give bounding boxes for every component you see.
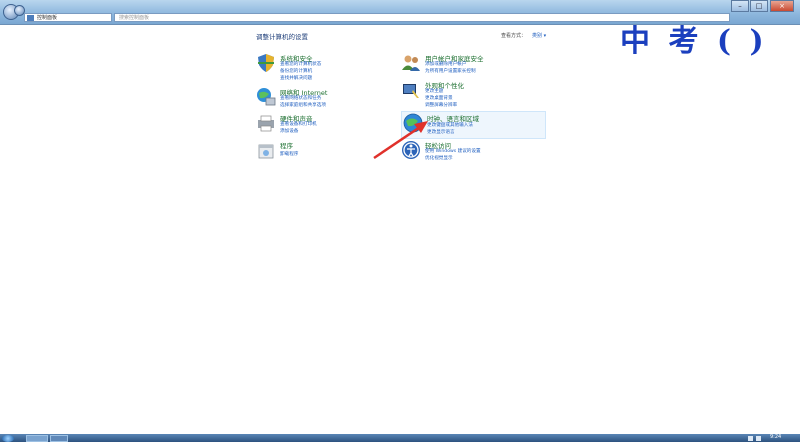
tray-icon[interactable] [748, 436, 753, 441]
page-title: 调整计算机的设置 [256, 33, 308, 41]
printer-icon [258, 115, 274, 132]
address-text: 控制面板 [37, 15, 58, 21]
network-globe-icon [257, 88, 276, 106]
programs-icon [258, 144, 274, 159]
link-windows-suggested-settings[interactable]: 使用 Windows 建议的设置 [425, 148, 481, 154]
close-button[interactable]: × [770, 0, 794, 12]
link-desktop-background[interactable]: 更改桌面背景 [425, 95, 453, 101]
address-bar[interactable]: 控制面板 [24, 13, 112, 22]
taskbar [0, 434, 800, 442]
appearance-icon [403, 84, 419, 98]
link-devices-printers[interactable]: 查看设备和打印机 [280, 121, 317, 127]
link-display-language[interactable]: 更改显示语言 [427, 129, 455, 135]
maximize-button[interactable]: □ [750, 0, 768, 12]
link-change-input-method[interactable]: 更改键盘或其他输入法 [427, 122, 473, 128]
users-icon [402, 55, 420, 71]
link-optimize-visual[interactable]: 优化视觉显示 [425, 155, 453, 161]
shield-icon [258, 54, 274, 72]
link-view-status[interactable]: 查看您的计算机状态 [280, 61, 321, 67]
link-troubleshoot[interactable]: 查找并解决问题 [280, 75, 312, 81]
watermark-logo: 中 考 ( ) [620, 24, 768, 59]
tray-icon[interactable] [756, 436, 761, 441]
link-parental-controls[interactable]: 为所有用户设置家长控制 [425, 68, 476, 74]
taskbar-item[interactable] [50, 435, 68, 442]
link-screen-resolution[interactable]: 调整屏幕分辨率 [425, 102, 457, 108]
link-uninstall[interactable]: 卸载程序 [280, 151, 298, 157]
control-panel-icon [27, 15, 34, 21]
accessibility-icon [402, 141, 420, 159]
view-by-label: 查看方式： [501, 33, 527, 39]
view-by[interactable]: 查看方式： 类别 ▾ [501, 32, 546, 39]
clock[interactable]: 9:24 [770, 434, 781, 440]
globe-clock-icon [403, 113, 423, 133]
link-homegroup[interactable]: 选择家庭组和共享选项 [280, 102, 326, 108]
minimize-button[interactable]: – [731, 0, 749, 12]
link-add-remove-users[interactable]: 添加或删除用户帐户 [425, 61, 466, 67]
taskbar-item-explorer[interactable] [26, 435, 48, 442]
link-backup[interactable]: 备份您的计算机 [280, 68, 312, 74]
link-change-theme[interactable]: 更改主题 [425, 88, 443, 94]
category-title[interactable]: 程序 [280, 140, 293, 150]
start-button[interactable] [2, 435, 14, 442]
link-network-status[interactable]: 查看网络状态和任务 [280, 95, 321, 101]
annotation-arrow [373, 121, 428, 160]
view-by-dropdown[interactable]: 类别 ▾ [532, 33, 546, 39]
link-add-device[interactable]: 添加设备 [280, 128, 298, 134]
